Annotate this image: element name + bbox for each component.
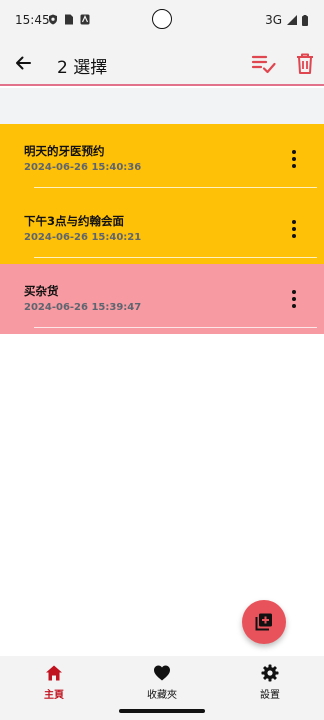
selection-app-bar: 2 選擇 [0, 40, 324, 86]
delete-icon [297, 53, 313, 74]
empty-header-band [0, 88, 324, 124]
divider [34, 187, 317, 188]
more-vert-icon[interactable] [286, 148, 302, 170]
select-all-button[interactable] [251, 51, 277, 77]
divider [34, 257, 317, 258]
status-bar: 15:45 3G [0, 0, 324, 40]
more-vert-icon[interactable] [286, 288, 302, 310]
selection-count-title: 2 選擇 [57, 58, 108, 78]
camera-cutout [152, 9, 172, 29]
heart-icon [154, 665, 170, 681]
note-item[interactable]: 买杂货 2024-06-26 15:39:47 [0, 264, 324, 334]
status-time: 15:45 [15, 13, 50, 27]
back-arrow-icon [16, 56, 31, 70]
delete-button[interactable] [293, 51, 317, 77]
note-date: 2024-06-26 15:40:36 [24, 162, 142, 173]
note-list: 明天的牙医预约 2024-06-26 15:40:36 下午3点与约翰会面 20… [0, 124, 324, 334]
nav-favorites[interactable]: 收藏夾 [122, 664, 202, 704]
nav-settings[interactable]: 設置 [230, 664, 310, 704]
sim-card-icon [65, 14, 73, 25]
signal-icon [287, 15, 297, 25]
nav-home[interactable]: 主頁 [14, 664, 94, 704]
status-notification-icons [48, 14, 90, 25]
add-note-button[interactable] [242, 600, 286, 644]
note-date: 2024-06-26 15:39:47 [24, 302, 142, 313]
nav-home-label: 主頁 [44, 690, 64, 701]
note-item[interactable]: 下午3点与约翰会面 2024-06-26 15:40:21 [0, 194, 324, 264]
more-vert-icon[interactable] [286, 218, 302, 240]
app-notification-icon [80, 14, 90, 25]
back-button[interactable] [10, 50, 36, 76]
note-title: 明天的牙医预约 [24, 144, 105, 158]
gear-icon [261, 664, 279, 682]
nav-settings-label: 設置 [260, 690, 280, 701]
divider [34, 327, 317, 328]
select-all-icon [251, 55, 276, 74]
gesture-navigation-bar[interactable] [119, 709, 205, 713]
note-title: 下午3点与约翰会面 [24, 214, 125, 228]
battery-icon [302, 14, 308, 26]
nav-favorites-label: 收藏夾 [147, 690, 177, 701]
home-icon [46, 665, 62, 681]
add-note-icon [255, 613, 272, 631]
note-date: 2024-06-26 15:40:21 [24, 232, 142, 243]
note-item[interactable]: 明天的牙医预约 2024-06-26 15:40:36 [0, 124, 324, 194]
status-right: 3G [265, 13, 308, 27]
shield-icon [49, 14, 57, 25]
network-type: 3G [265, 13, 282, 27]
note-title: 买杂货 [24, 284, 59, 298]
